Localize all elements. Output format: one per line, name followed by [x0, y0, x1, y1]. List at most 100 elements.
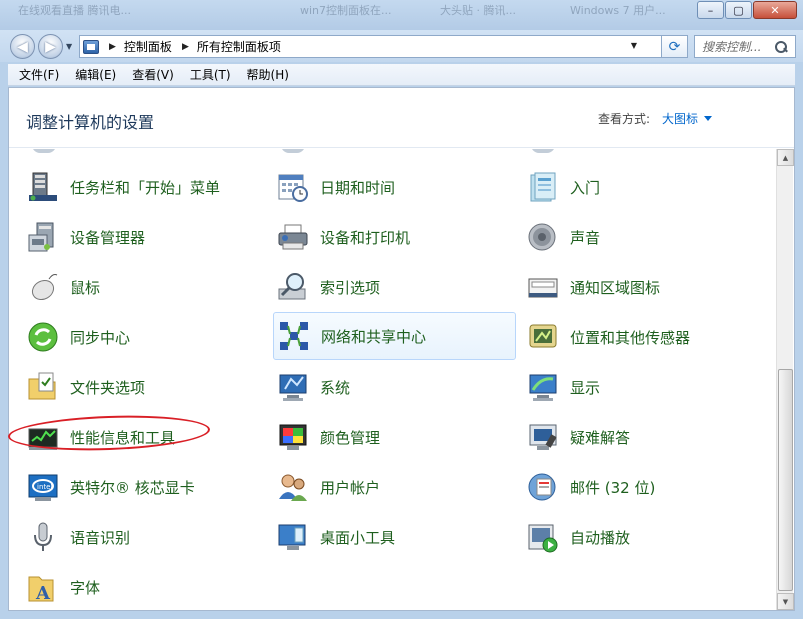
item-taskbar[interactable]: 任务栏和「开始」菜单	[18, 163, 258, 211]
breadcrumb-separator-icon[interactable]: ▶	[109, 42, 116, 52]
content-header: 调整计算机的设置 查看方式: 大图标	[9, 88, 794, 148]
item-label: 设备管理器	[70, 228, 146, 247]
item-label: 语音识别	[70, 528, 131, 547]
troubleshoot-icon	[527, 421, 559, 453]
taskbar-icon	[27, 171, 59, 203]
item-fonts[interactable]: A 字体	[18, 563, 258, 610]
menu-tools[interactable]: 工具(T)	[182, 66, 239, 83]
item-label: 入门	[570, 178, 601, 197]
background-tab: 在线观看直播 腾讯电...	[18, 4, 131, 17]
refresh-button[interactable]: ⟳	[662, 35, 688, 58]
back-arrow-icon: ◀	[17, 38, 28, 55]
item-sound[interactable]: 声音	[518, 213, 758, 261]
item-label: 字体	[70, 578, 101, 597]
item-user-accounts[interactable]: 用户帐户	[268, 463, 508, 511]
address-dropdown-icon[interactable]: ▼	[631, 41, 637, 50]
view-by-dropdown[interactable]: 大图标	[662, 110, 713, 127]
system-icon	[277, 371, 309, 403]
scroll-down-icon[interactable]: ▼	[777, 593, 794, 610]
notification-icon	[527, 271, 559, 303]
item-label: 索引选项	[320, 278, 381, 297]
item-notification-icons[interactable]: 通知区域图标	[518, 263, 758, 311]
item-mouse[interactable]: 鼠标	[18, 263, 258, 311]
back-button[interactable]: ◀	[10, 34, 35, 59]
search-icon[interactable]	[775, 40, 787, 53]
partial-item-icon	[281, 149, 305, 153]
user-accounts-icon	[277, 471, 309, 503]
menu-help[interactable]: 帮助(H)	[239, 66, 297, 83]
item-location-sensors[interactable]: 位置和其他传感器	[518, 313, 758, 361]
menu-file[interactable]: 文件(F)	[11, 66, 67, 83]
partial-item-icon	[32, 149, 56, 153]
item-color-management[interactable]: 颜色管理	[268, 413, 508, 461]
refresh-icon: ⟳	[668, 38, 681, 55]
item-label: 同步中心	[70, 328, 131, 347]
breadcrumb-control-panel[interactable]: 控制面板	[124, 38, 172, 55]
close-button[interactable]: ✕	[753, 1, 797, 19]
scroll-up-icon[interactable]: ▲	[777, 149, 794, 166]
gadgets-icon	[277, 521, 309, 553]
item-getting-started[interactable]: 入门	[518, 163, 758, 211]
background-tab: Windows 7 用户...	[570, 4, 666, 17]
view-by-value: 大图标	[662, 112, 699, 126]
forward-button[interactable]: ▶	[38, 34, 63, 59]
item-intel-graphics[interactable]: intel 英特尔® 核芯显卡	[18, 463, 258, 511]
recent-pages-dropdown[interactable]: ▼	[66, 42, 72, 51]
item-label: 任务栏和「开始」菜单	[70, 178, 221, 197]
item-sync-center[interactable]: 同步中心	[18, 313, 258, 361]
menu-view[interactable]: 查看(V)	[124, 66, 182, 83]
title-bar: 在线观看直播 腾讯电... win7控制面板在... 大头贴 · 腾讯... W…	[0, 0, 803, 30]
item-mail[interactable]: 邮件 (32 位)	[518, 463, 758, 511]
item-label: 邮件 (32 位)	[570, 478, 656, 497]
color-management-icon	[277, 421, 309, 453]
item-indexing-options[interactable]: 索引选项	[268, 263, 508, 311]
calendar-clock-icon	[277, 171, 309, 203]
getting-started-icon	[527, 171, 559, 203]
maximize-button[interactable]: ▢	[725, 1, 752, 19]
item-label: 位置和其他传感器	[570, 328, 691, 347]
item-display[interactable]: 显示	[518, 363, 758, 411]
item-system[interactable]: 系统	[268, 363, 508, 411]
printer-icon	[277, 221, 309, 253]
item-label: 性能信息和工具	[70, 428, 176, 447]
folder-options-icon	[27, 371, 59, 403]
item-label: 英特尔® 核芯显卡	[70, 478, 195, 497]
sync-icon	[27, 321, 59, 353]
search-box[interactable]	[694, 35, 796, 58]
background-tab: win7控制面板在...	[300, 4, 392, 17]
search-input[interactable]	[702, 39, 772, 54]
item-label: 文件夹选项	[70, 378, 146, 397]
item-troubleshooting[interactable]: 疑难解答	[518, 413, 758, 461]
item-label: 显示	[570, 378, 601, 397]
item-label: 网络和共享中心	[321, 327, 427, 346]
breadcrumb-separator-icon[interactable]: ▶	[182, 42, 189, 52]
performance-icon	[27, 421, 59, 453]
item-label: 设备和打印机	[320, 228, 411, 247]
item-folder-options[interactable]: 文件夹选项	[18, 363, 258, 411]
address-row: ◀ ▶ ▼ ▶ 控制面板 ▶ 所有控制面板项 ▼ ⟳	[0, 30, 803, 62]
page-title: 调整计算机的设置	[26, 113, 155, 132]
mouse-icon	[27, 271, 59, 303]
item-label: 用户帐户	[320, 478, 381, 497]
control-panel-icon	[83, 39, 99, 54]
item-network-sharing[interactable]: 网络和共享中心	[273, 312, 516, 360]
chevron-down-icon	[704, 116, 713, 121]
item-label: 桌面小工具	[320, 528, 396, 547]
breadcrumb-all-items[interactable]: 所有控制面板项	[197, 38, 281, 55]
vertical-scrollbar[interactable]: ▲ ▼	[776, 149, 794, 610]
item-label: 颜色管理	[320, 428, 381, 447]
item-devices-printers[interactable]: 设备和打印机	[268, 213, 508, 261]
item-performance[interactable]: 性能信息和工具	[18, 413, 258, 461]
mail-icon	[527, 471, 559, 503]
speaker-icon	[527, 221, 559, 253]
item-date-time[interactable]: 日期和时间	[268, 163, 508, 211]
address-bar[interactable]: ▶ 控制面板 ▶ 所有控制面板项 ▼	[79, 35, 662, 58]
item-label: 系统	[320, 378, 351, 397]
item-speech-recognition[interactable]: 语音识别	[18, 513, 258, 561]
scrollbar-thumb[interactable]	[778, 369, 793, 591]
item-autoplay[interactable]: 自动播放	[518, 513, 758, 561]
item-device-manager[interactable]: 设备管理器	[18, 213, 258, 261]
item-desktop-gadgets[interactable]: 桌面小工具	[268, 513, 508, 561]
menu-edit[interactable]: 编辑(E)	[67, 66, 124, 83]
minimize-button[interactable]: –	[697, 1, 724, 19]
